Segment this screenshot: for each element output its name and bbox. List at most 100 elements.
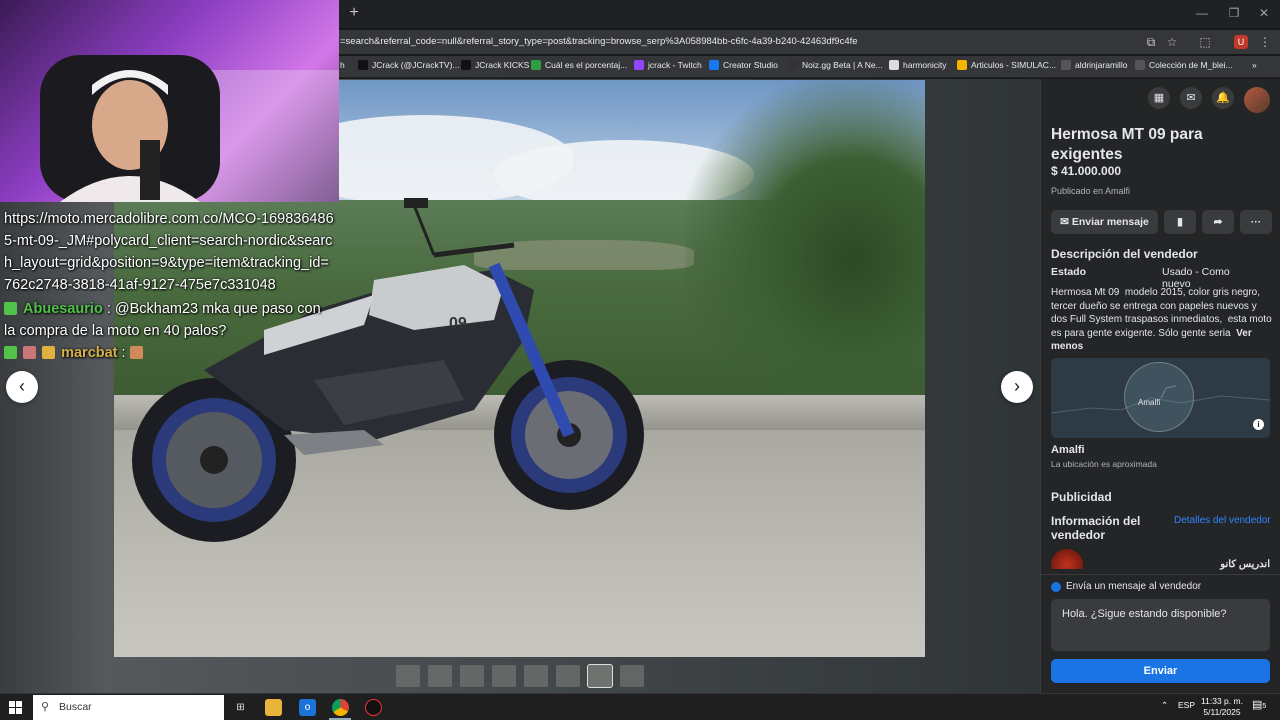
messenger-icon: ✉ (1060, 216, 1072, 228)
search-placeholder: Buscar (59, 701, 92, 713)
facebook-top-icons: ▦ ✉ 🔔 (1148, 87, 1270, 113)
outlook-icon[interactable]: o (299, 699, 316, 716)
kick-badge-icon (4, 346, 17, 359)
bookmark-item[interactable]: JCrack KICKS (461, 60, 529, 70)
thumbnail-selected[interactable] (587, 664, 613, 688)
message-input[interactable]: Hola. ¿Sigue estando disponible? (1051, 599, 1270, 651)
thumbnail[interactable] (492, 665, 516, 687)
location-name: Amalfi (1051, 444, 1085, 456)
chat-username[interactable]: marcbat (61, 345, 117, 361)
close-window-button[interactable]: ✕ (1254, 6, 1274, 20)
listing-actions: ✉ Enviar mensaje ▮ ➦ ··· (1051, 210, 1272, 234)
profile-extension-icon[interactable]: U (1234, 35, 1248, 49)
task-view-icon[interactable]: ⊞ (232, 699, 249, 716)
bookmark-item[interactable]: Articulos - SIMULAC... (957, 60, 1056, 70)
install-app-icon[interactable]: ⧉ (1144, 35, 1158, 49)
next-photo-button[interactable]: › (1001, 371, 1033, 403)
thumbnail[interactable] (620, 665, 644, 687)
messenger-icon[interactable]: ✉ (1180, 87, 1202, 109)
seller-details-link[interactable]: Detalles del vendedor (1174, 515, 1271, 526)
bookmark-star-icon[interactable]: ☆ (1165, 35, 1179, 49)
condition-row: Estado Usado - Como nuevo (1051, 266, 1261, 290)
bookmark-item[interactable]: JCrack (@JCrackTV)... (358, 60, 460, 70)
bookmark-icon: ▮ (1177, 216, 1183, 228)
new-tab-button[interactable]: + (346, 5, 362, 21)
taskbar-search[interactable]: ⚲ Buscar (33, 695, 224, 720)
message-prompt: Envía un mensaje al vendedor (1051, 581, 1201, 592)
send-message-label: Enviar mensaje (1071, 216, 1149, 228)
thumbnail[interactable] (524, 665, 548, 687)
chat-link-message[interactable]: https://moto.mercadolibre.com.co/MCO-169… (4, 208, 334, 296)
menu-grid-icon[interactable]: ▦ (1148, 87, 1170, 109)
bookmark-label: Noiz.gg Beta | A Ne... (802, 60, 883, 70)
bookmark-label: harmonicity (903, 60, 947, 70)
send-button[interactable]: Enviar (1051, 659, 1270, 683)
notifications-icon[interactable]: ▤5 (1252, 698, 1266, 711)
file-explorer-icon[interactable] (265, 699, 282, 716)
windows-start-icon[interactable] (9, 701, 22, 714)
obs-icon[interactable] (365, 699, 382, 716)
thumbnail[interactable] (460, 665, 484, 687)
notifications-bell-icon[interactable]: 🔔 (1212, 87, 1234, 109)
search-icon: ⚲ (41, 701, 50, 713)
language-indicator[interactable]: ESP (1178, 700, 1195, 710)
approx-area-circle (1124, 362, 1194, 432)
bookmark-label: JCrack KICKS (475, 60, 530, 70)
bookmark-item[interactable]: harmonicity (889, 60, 946, 70)
chrome-icon[interactable] (332, 699, 349, 716)
send-message-button[interactable]: ✉ Enviar mensaje (1051, 210, 1158, 234)
share-button[interactable]: ➦ (1202, 210, 1234, 234)
seller-avatar[interactable] (1051, 549, 1083, 569)
location-note: La ubicación es aproximada (1051, 459, 1157, 469)
bookmark-label: Cuál es el porcentaj... (545, 60, 628, 70)
chat-message: Abuesaurio : @Bckham23 mka que paso con … (4, 298, 334, 342)
extensions-icon[interactable]: ⬚ (1198, 35, 1212, 49)
bookmark-item[interactable]: Noiz.gg Beta | A Ne... (788, 60, 883, 70)
thumbnail[interactable] (396, 665, 420, 687)
message-prompt-label: Envía un mensaje al vendedor (1066, 581, 1202, 592)
bookmark-favicon-icon (1061, 60, 1071, 70)
more-options-button[interactable]: ··· (1240, 210, 1272, 234)
bookmark-favicon-icon (531, 60, 541, 70)
clock-time: 11:33 p. m. (1201, 696, 1243, 706)
listing-description: Hermosa Mt 09 ⁣ modelo 2015, color gris … (1051, 286, 1273, 354)
more-icon: ··· (1250, 216, 1262, 228)
emote-icon (129, 346, 143, 359)
tray-chevron-icon[interactable]: ⌃ (1161, 700, 1168, 711)
location-map[interactable]: Amalfi i (1051, 358, 1270, 438)
save-button[interactable]: ▮ (1164, 210, 1196, 234)
minimize-button[interactable]: — (1192, 6, 1212, 20)
bookmark-item[interactable]: aldrinjaramillo (1061, 60, 1127, 70)
more-bookmarks-icon[interactable]: » (1252, 60, 1257, 70)
published-location: Publicado en Amalfi (1051, 186, 1131, 196)
bookmark-label: Colección de M_blei... (1149, 60, 1233, 70)
bookmark-label: aldrinjaramillo (1075, 60, 1128, 70)
bookmark-item[interactable]: jcrack - Twitch (634, 60, 702, 70)
profile-avatar[interactable] (1244, 87, 1270, 113)
bookmark-item[interactable]: Creator Studio (709, 60, 778, 70)
chat-username[interactable]: Abuesaurio (23, 301, 103, 317)
previous-photo-button[interactable]: ‹ (6, 371, 38, 403)
map-info-icon[interactable]: i (1253, 419, 1264, 430)
bookmark-favicon-icon (358, 60, 368, 70)
bookmark-item[interactable]: Cuál es el porcentaj... (531, 60, 627, 70)
thumbnail[interactable] (556, 665, 580, 687)
windows-taskbar: ⚲ Buscar ⊞ o ⌃ ESP 11:33 p. m. 5/11/2025… (0, 693, 1280, 720)
share-icon: ➦ (1213, 216, 1223, 228)
photo-thumbnails (396, 664, 644, 688)
chat-text: : (121, 345, 126, 361)
bookmark-label: JCrack (@JCrackTV)... (372, 60, 460, 70)
bookmark-label: jcrack - Twitch (648, 60, 702, 70)
bookmark-favicon-icon (889, 60, 899, 70)
webcam-overlay (0, 0, 339, 202)
url-text[interactable]: =search&referral_code=null&referral_stor… (340, 36, 858, 47)
bookmark-item[interactable]: h (340, 60, 345, 70)
message-seller-box: Envía un mensaje al vendedor Hola. ¿Sigu… (1041, 574, 1280, 693)
bookmark-favicon-icon (709, 60, 719, 70)
seller-name[interactable]: اندريس كانو (1220, 559, 1270, 570)
maximize-button[interactable]: ❐ (1224, 6, 1244, 20)
thumbnail[interactable] (428, 665, 452, 687)
browser-menu-icon[interactable]: ⋮ (1258, 35, 1272, 49)
clock[interactable]: 11:33 p. m. 5/11/2025 (1200, 696, 1244, 718)
bookmark-item[interactable]: Colección de M_blei... (1135, 60, 1233, 70)
